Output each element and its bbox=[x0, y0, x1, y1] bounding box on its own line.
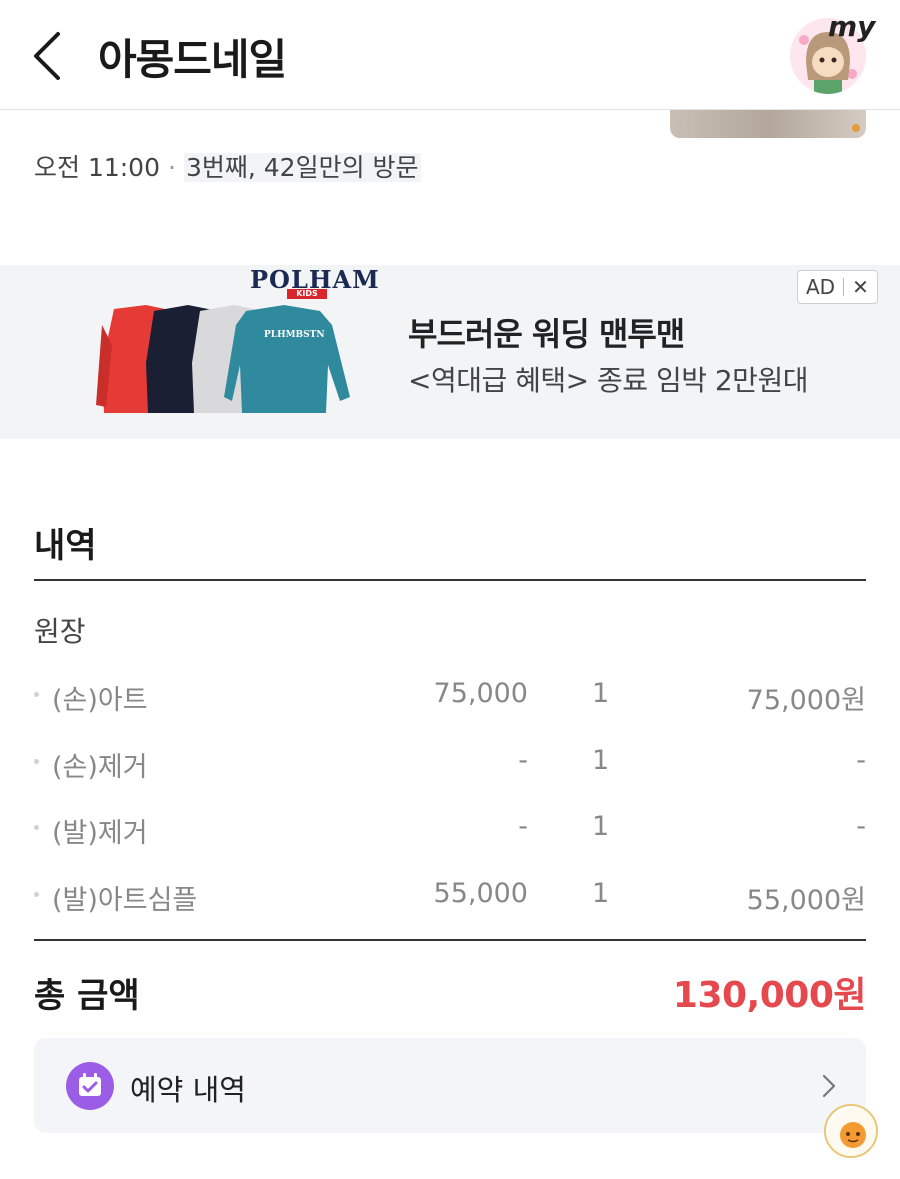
ad-label: AD bbox=[806, 275, 836, 299]
ad-brand-sub: KIDS bbox=[287, 289, 327, 299]
bullet-icon bbox=[34, 692, 39, 697]
calendar-check-icon bbox=[66, 1062, 114, 1110]
item-total: - bbox=[856, 745, 866, 776]
bullet-icon bbox=[34, 759, 39, 764]
ad-title: 부드러운 워딩 맨투맨 bbox=[408, 315, 685, 353]
sweatshirt-product-image: PLHMBSTN bbox=[96, 305, 350, 413]
item-name: (발)제거 bbox=[52, 818, 148, 849]
bullet-icon bbox=[34, 892, 39, 897]
booking-history-button[interactable]: 예약 내역 bbox=[34, 1038, 866, 1133]
list-item: (발)아트심플 55,000 1 55,000원 bbox=[34, 874, 866, 916]
top-app-bar: 아몽드네일 my bbox=[0, 0, 900, 110]
item-name: (손)제거 bbox=[52, 752, 148, 783]
visit-info: 오전 11:00 · 3번째, 42일만의 방문 bbox=[34, 148, 421, 184]
details-section-title: 내역 bbox=[34, 526, 97, 566]
item-quantity: 1 bbox=[592, 745, 610, 776]
divider-top bbox=[34, 579, 866, 581]
my-label: my bbox=[828, 10, 876, 43]
chevron-left-icon bbox=[34, 32, 60, 80]
bullet-icon bbox=[34, 825, 39, 830]
item-total: 75,000원 bbox=[746, 685, 866, 716]
close-icon[interactable]: ✕ bbox=[852, 275, 869, 299]
item-total: 55,000원 bbox=[746, 885, 866, 916]
mascot-icon bbox=[828, 1108, 876, 1156]
item-name: (발)아트심플 bbox=[52, 885, 198, 916]
staff-group-label: 원장 bbox=[34, 615, 86, 648]
teal-sweatshirt: PLHMBSTN bbox=[224, 305, 350, 413]
list-item: (손)제거 - 1 - bbox=[34, 741, 866, 783]
item-price: - bbox=[518, 745, 528, 776]
floating-brand-badge[interactable] bbox=[824, 1104, 878, 1158]
booking-history-label: 예약 내역 bbox=[130, 1073, 246, 1107]
ad-banner[interactable]: POLHAM KIDS PLHMBSTN 부드러운 워딩 맨투맨 <역대급 혜택… bbox=[0, 265, 900, 439]
divider-bottom bbox=[34, 939, 866, 941]
total-amount: 130,000원 bbox=[672, 975, 867, 1016]
item-total: - bbox=[856, 811, 866, 842]
item-price: 55,000 bbox=[433, 878, 528, 909]
visit-count: 3번째, 42일만의 방문 bbox=[183, 153, 421, 182]
visit-time: 오전 11:00 bbox=[34, 153, 160, 182]
photo-indicator-dot bbox=[852, 124, 860, 132]
photo-thumbnail[interactable] bbox=[670, 108, 866, 138]
ad-badge[interactable]: AD ✕ bbox=[797, 270, 878, 304]
total-label: 총 금액 bbox=[34, 976, 140, 1016]
item-name: (손)아트 bbox=[52, 685, 148, 716]
back-button[interactable] bbox=[28, 30, 68, 82]
chevron-right-icon bbox=[822, 1074, 836, 1098]
item-quantity: 1 bbox=[592, 811, 610, 842]
item-quantity: 1 bbox=[592, 878, 610, 909]
ad-subtitle: <역대급 혜택> 종료 임박 2만원대 bbox=[408, 364, 808, 397]
visit-separator: · bbox=[168, 153, 176, 182]
ad-badge-divider bbox=[843, 278, 845, 296]
page-title: 아몽드네일 bbox=[98, 35, 287, 84]
item-quantity: 1 bbox=[592, 678, 610, 709]
item-price: 75,000 bbox=[433, 678, 528, 709]
item-price: - bbox=[518, 811, 528, 842]
list-item: (발)제거 - 1 - bbox=[34, 807, 866, 849]
svg-text:PLHMBSTN: PLHMBSTN bbox=[264, 330, 325, 340]
list-item: (손)아트 75,000 1 75,000원 bbox=[34, 674, 866, 716]
